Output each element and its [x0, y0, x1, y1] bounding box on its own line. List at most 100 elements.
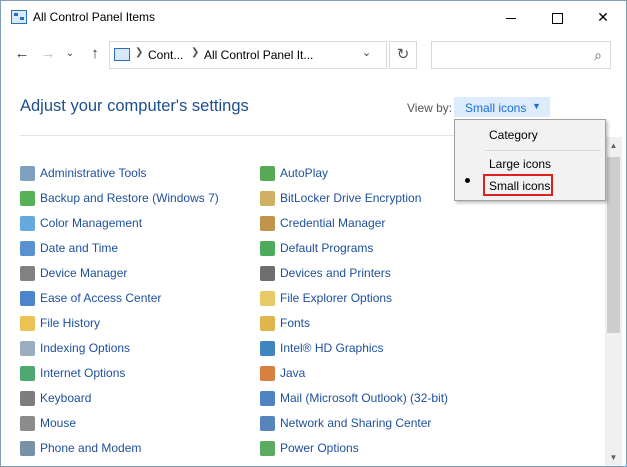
up-arrow-icon: ↑: [91, 45, 99, 62]
item-label[interactable]: Mail (Microsoft Outlook) (32-bit): [280, 391, 448, 405]
recent-locations-button[interactable]: ⌄: [63, 39, 77, 69]
item-label[interactable]: AutoPlay: [280, 166, 328, 180]
control-panel-item[interactable]: Keyboard: [20, 389, 250, 414]
item-label[interactable]: Credential Manager: [280, 216, 385, 230]
item-label[interactable]: Fonts: [280, 316, 310, 330]
back-arrow-icon: ←: [14, 45, 30, 62]
forward-button[interactable]: →: [37, 39, 59, 69]
control-panel-item[interactable]: Fonts: [260, 314, 490, 339]
address-bar[interactable]: ❯ Cont... ❯ All Control Panel It... ⌄: [109, 41, 387, 69]
minimize-button[interactable]: [488, 1, 534, 34]
item-label[interactable]: Keyboard: [40, 391, 91, 405]
minimize-icon: [506, 17, 516, 19]
control-panel-address-icon: [114, 48, 130, 61]
control-panel-item[interactable]: Administrative Tools: [20, 164, 250, 189]
phone-modem-icon: [20, 441, 35, 456]
close-button[interactable]: ✕: [580, 1, 626, 34]
scrollbar-thumb[interactable]: [607, 157, 620, 333]
control-panel-item[interactable]: Intel® HD Graphics: [260, 339, 490, 364]
control-panel-item[interactable]: Devices and Printers: [260, 264, 490, 289]
item-label[interactable]: Ease of Access Center: [40, 291, 161, 305]
breadcrumb-all-items[interactable]: All Control Panel It...: [204, 48, 313, 62]
control-panel-item[interactable]: File History: [20, 314, 250, 339]
control-panel-item[interactable]: Ease of Access Center: [20, 289, 250, 314]
scroll-down-icon[interactable]: ▼: [605, 449, 622, 466]
menu-item-large-icons[interactable]: Large icons: [489, 157, 551, 171]
item-label[interactable]: Devices and Printers: [280, 266, 391, 280]
control-panel-item[interactable]: Credential Manager: [260, 214, 490, 239]
java-icon: [260, 366, 275, 381]
control-panel-item[interactable]: Backup and Restore (Windows 7): [20, 189, 250, 214]
backup-icon: [20, 191, 35, 206]
maximize-icon: [551, 12, 563, 24]
back-button[interactable]: ←: [11, 39, 33, 69]
control-panel-item[interactable]: Color Management: [20, 214, 250, 239]
item-label[interactable]: Intel® HD Graphics: [280, 341, 384, 355]
control-panel-item[interactable]: Phone and Modem: [20, 439, 250, 464]
network-icon: [260, 416, 275, 431]
clock-icon: [20, 241, 35, 256]
printer-icon: [260, 266, 275, 281]
autoplay-icon: [260, 166, 275, 181]
item-label[interactable]: Network and Sharing Center: [280, 416, 431, 430]
breadcrumb-chevron-icon[interactable]: ❯: [135, 47, 143, 58]
control-panel-item[interactable]: Indexing Options: [20, 339, 250, 364]
item-label[interactable]: Indexing Options: [40, 341, 130, 355]
item-label[interactable]: Java: [280, 366, 305, 380]
title-bar: All Control Panel Items ✕: [1, 1, 626, 34]
bitlocker-icon: [260, 191, 275, 206]
item-label[interactable]: Device Manager: [40, 266, 127, 280]
control-panel-item[interactable]: Mail (Microsoft Outlook) (32-bit): [260, 389, 490, 414]
address-history-dropdown-icon[interactable]: ⌄: [362, 46, 371, 59]
item-label[interactable]: BitLocker Drive Encryption: [280, 191, 421, 205]
navigation-bar: ← → ⌄ ↑ ❯ Cont... ❯ All Control Panel It…: [1, 39, 626, 71]
maximize-button[interactable]: [534, 1, 580, 34]
ease-of-access-icon: [20, 291, 35, 306]
view-by-selected[interactable]: Small icons: [465, 101, 526, 115]
scroll-up-icon[interactable]: ▲: [605, 137, 622, 154]
item-label[interactable]: Default Programs: [280, 241, 373, 255]
menu-separator: [485, 150, 601, 151]
item-label[interactable]: Administrative Tools: [40, 166, 147, 180]
item-label[interactable]: File History: [40, 316, 100, 330]
control-panel-item[interactable]: Device Manager: [20, 264, 250, 289]
item-label[interactable]: Phone and Modem: [40, 441, 141, 455]
view-by-dropdown[interactable]: Small icons ▼: [454, 97, 550, 117]
control-panel-items-left: Administrative Tools Backup and Restore (…: [20, 164, 250, 464]
item-label[interactable]: File Explorer Options: [280, 291, 392, 305]
control-panel-item[interactable]: Internet Options: [20, 364, 250, 389]
power-options-icon: [260, 441, 275, 456]
control-panel-item[interactable]: Power Options: [260, 439, 490, 464]
vertical-scrollbar[interactable]: ▲ ▼: [605, 137, 622, 466]
item-label[interactable]: Backup and Restore (Windows 7): [40, 191, 219, 205]
up-button[interactable]: ↑: [83, 39, 107, 69]
control-panel-item[interactable]: Java: [260, 364, 490, 389]
dropdown-triangle-icon[interactable]: ▼: [532, 101, 541, 111]
keyboard-icon: [20, 391, 35, 406]
item-label[interactable]: Mouse: [40, 416, 76, 430]
item-label[interactable]: Internet Options: [40, 366, 125, 380]
breadcrumb-chevron-icon[interactable]: ❯: [191, 47, 199, 58]
control-panel-app-icon: [11, 10, 27, 24]
credential-manager-icon: [260, 216, 275, 231]
item-label[interactable]: Color Management: [40, 216, 142, 230]
item-label[interactable]: Date and Time: [40, 241, 118, 255]
intel-graphics-icon: [260, 341, 275, 356]
control-panel-item[interactable]: Mouse: [20, 414, 250, 439]
page-title: Adjust your computer's settings: [20, 97, 249, 115]
default-programs-icon: [260, 241, 275, 256]
menu-item-category[interactable]: Category: [489, 128, 538, 142]
fonts-icon: [260, 316, 275, 331]
refresh-button[interactable]: ↻: [389, 41, 417, 69]
control-panel-item[interactable]: Network and Sharing Center: [260, 414, 490, 439]
breadcrumb-control-panel[interactable]: Cont...: [148, 48, 183, 62]
folder-options-icon: [260, 291, 275, 306]
search-input[interactable]: ⌕: [431, 41, 611, 69]
control-panel-window: All Control Panel Items ✕ ← → ⌄ ↑ ❯ Cont…: [0, 0, 627, 467]
view-by-label: View by:: [407, 101, 453, 115]
mail-icon: [260, 391, 275, 406]
item-label[interactable]: Power Options: [280, 441, 359, 455]
control-panel-item[interactable]: File Explorer Options: [260, 289, 490, 314]
control-panel-item[interactable]: Date and Time: [20, 239, 250, 264]
control-panel-item[interactable]: Default Programs: [260, 239, 490, 264]
